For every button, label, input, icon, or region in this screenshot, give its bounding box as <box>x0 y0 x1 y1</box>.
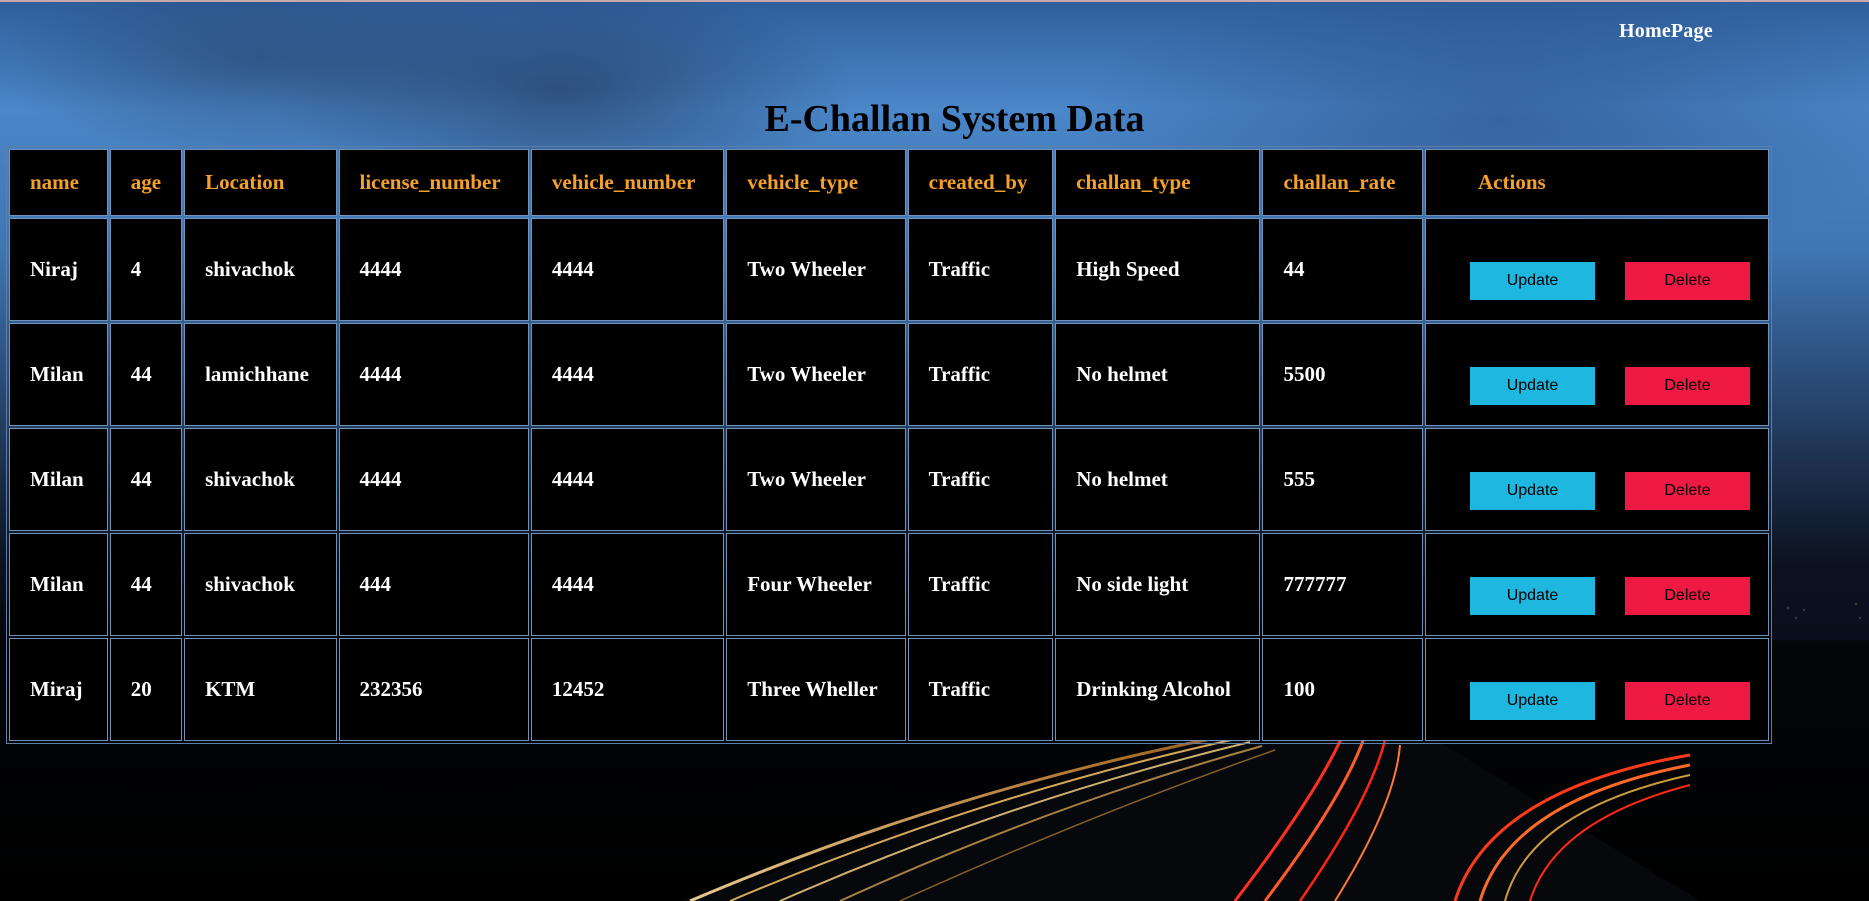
cell-age: 4 <box>109 218 183 321</box>
cell-challan-type: No helmet <box>1055 428 1261 531</box>
update-button[interactable]: Update <box>1470 681 1595 720</box>
cell-vehicle-number: 4444 <box>530 533 725 636</box>
cell-license-number: 4444 <box>338 323 529 426</box>
cell-license-number: 4444 <box>338 218 529 321</box>
cell-age: 44 <box>109 533 183 636</box>
cell-location: shivachok <box>184 218 337 321</box>
cell-license-number: 444 <box>338 533 529 636</box>
cell-age: 44 <box>109 323 183 426</box>
row-actions: Update Delete <box>1470 261 1750 300</box>
row-actions: Update Delete <box>1470 681 1750 720</box>
table-row: Milan 44 shivachok 444 4444 Four Wheeler Traff… <box>9 533 1769 636</box>
cell-created-by: Traffic <box>907 218 1054 321</box>
cell-challan-rate: 100 <box>1262 638 1423 741</box>
column-header-created-by: created_by <box>907 149 1054 216</box>
cell-challan-type: No helmet <box>1055 323 1261 426</box>
cell-actions: Update Delete <box>1425 428 1769 531</box>
table-row: Milan 44 shivachok 4444 4444 Two Wheeler Traff… <box>9 428 1769 531</box>
column-header-age: age <box>109 149 183 216</box>
update-button[interactable]: Update <box>1470 471 1595 510</box>
column-header-license-number: license_number <box>338 149 529 216</box>
cell-actions: Update Delete <box>1425 638 1769 741</box>
column-header-challan-rate: challan_rate <box>1262 149 1423 216</box>
delete-button[interactable]: Delete <box>1625 366 1750 405</box>
cell-vehicle-number: 4444 <box>530 218 725 321</box>
cell-name: Miraj <box>9 638 108 741</box>
cell-name: Milan <box>9 323 108 426</box>
table-row: Milan 44 lamichhane 4444 4444 Two Wheeler Traf… <box>9 323 1769 426</box>
cell-vehicle-number: 4444 <box>530 428 725 531</box>
delete-button[interactable]: Delete <box>1625 681 1750 720</box>
cell-vehicle-type: Four Wheeler <box>726 533 906 636</box>
cell-location: KTM <box>184 638 337 741</box>
cell-age: 20 <box>109 638 183 741</box>
page-title: E-Challan System Data <box>764 98 1145 140</box>
cell-vehicle-type: Two Wheeler <box>726 218 906 321</box>
column-header-vehicle-number: vehicle_number <box>530 149 725 216</box>
cell-created-by: Traffic <box>907 428 1054 531</box>
cell-location: shivachok <box>184 533 337 636</box>
cell-location: shivachok <box>184 428 337 531</box>
table-row: Niraj 4 shivachok 4444 4444 Two Wheeler Traffi… <box>9 218 1769 321</box>
column-header-vehicle-type: vehicle_type <box>726 149 906 216</box>
cell-vehicle-type: Two Wheeler <box>726 428 906 531</box>
table-row: Miraj 20 KTM 232356 12452 Three Wheller Traffi… <box>9 638 1769 741</box>
cell-challan-type: High Speed <box>1055 218 1261 321</box>
column-header-challan-type: challan_type <box>1055 149 1261 216</box>
challan-data-table: name age Location license_number vehicle… <box>6 146 1772 744</box>
update-button[interactable]: Update <box>1470 576 1595 615</box>
cell-vehicle-number: 4444 <box>530 323 725 426</box>
cell-actions: Update Delete <box>1425 218 1769 321</box>
cell-challan-type: Drinking Alcohol <box>1055 638 1261 741</box>
cell-created-by: Traffic <box>907 323 1054 426</box>
delete-button[interactable]: Delete <box>1625 471 1750 510</box>
delete-button[interactable]: Delete <box>1625 576 1750 615</box>
cell-name: Milan <box>9 533 108 636</box>
update-button[interactable]: Update <box>1470 366 1595 405</box>
row-actions: Update Delete <box>1470 576 1750 615</box>
cell-created-by: Traffic <box>907 533 1054 636</box>
cell-challan-rate: 555 <box>1262 428 1423 531</box>
row-actions: Update Delete <box>1470 471 1750 510</box>
cell-vehicle-type: Three Wheller <box>726 638 906 741</box>
cell-actions: Update Delete <box>1425 323 1769 426</box>
column-header-name: name <box>9 149 108 216</box>
cell-challan-rate: 44 <box>1262 218 1423 321</box>
update-button[interactable]: Update <box>1470 261 1595 300</box>
column-header-location: Location <box>184 149 337 216</box>
cell-license-number: 4444 <box>338 428 529 531</box>
cell-age: 44 <box>109 428 183 531</box>
cell-challan-rate: 5500 <box>1262 323 1423 426</box>
table-header-row: name age Location license_number vehicle… <box>9 149 1769 216</box>
homepage-link[interactable]: HomePage <box>1619 20 1713 43</box>
cell-challan-type: No side light <box>1055 533 1261 636</box>
cell-location: lamichhane <box>184 323 337 426</box>
cell-name: Niraj <box>9 218 108 321</box>
row-actions: Update Delete <box>1470 366 1750 405</box>
cell-challan-rate: 777777 <box>1262 533 1423 636</box>
cell-vehicle-number: 12452 <box>530 638 725 741</box>
table-body: Niraj 4 shivachok 4444 4444 Two Wheeler Traffi… <box>9 218 1769 741</box>
cell-name: Milan <box>9 428 108 531</box>
cell-license-number: 232356 <box>338 638 529 741</box>
cell-created-by: Traffic <box>907 638 1054 741</box>
column-header-actions: Actions <box>1425 149 1769 216</box>
cell-vehicle-type: Two Wheeler <box>726 323 906 426</box>
cell-actions: Update Delete <box>1425 533 1769 636</box>
delete-button[interactable]: Delete <box>1625 261 1750 300</box>
